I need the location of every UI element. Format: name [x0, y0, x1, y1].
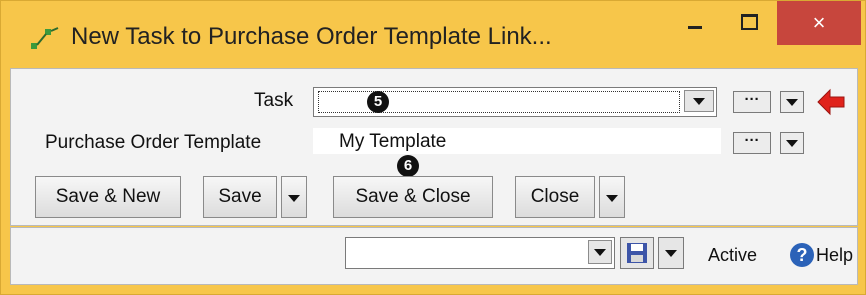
- task-dropdown-button[interactable]: [780, 91, 804, 113]
- active-label: Active: [708, 245, 758, 265]
- save-dropdown-button[interactable]: [281, 176, 307, 218]
- close-icon: ×: [812, 10, 826, 35]
- callout-badge-6: 6: [397, 155, 419, 177]
- po-template-dropdown-button[interactable]: [780, 132, 804, 154]
- save-close-button[interactable]: Save & Close: [333, 176, 493, 218]
- dropdown-arrow-icon[interactable]: [684, 90, 714, 112]
- dropdown-arrow-icon[interactable]: [588, 240, 612, 264]
- po-template-label: Purchase Order Template: [45, 132, 262, 153]
- maximize-button[interactable]: [723, 1, 775, 45]
- save-button[interactable]: Save: [203, 176, 277, 218]
- task-ellipsis-button[interactable]: ···: [733, 91, 771, 113]
- minimize-button[interactable]: [669, 1, 721, 45]
- close-window-button[interactable]: ×: [777, 1, 861, 45]
- form-panel: Task 5 ··· Purchase Order Template My Te…: [10, 68, 858, 226]
- task-label: Task: [254, 90, 294, 111]
- save-layout-dropdown-button[interactable]: [658, 237, 684, 269]
- close-button[interactable]: Close: [515, 176, 595, 218]
- red-arrow-icon: [817, 88, 845, 116]
- po-template-field[interactable]: My Template: [313, 128, 721, 154]
- help-icon[interactable]: ?: [790, 243, 814, 267]
- help-link[interactable]: Help: [816, 245, 853, 266]
- app-link-icon: [31, 27, 59, 49]
- window-title: New Task to Purchase Order Template Link…: [71, 23, 552, 50]
- footer-bar: Active ? Help: [10, 227, 858, 285]
- callout-badge-5: 5: [367, 91, 389, 113]
- save-layout-button[interactable]: [620, 237, 654, 269]
- close-dropdown-button[interactable]: [599, 176, 625, 218]
- po-template-value: My Template: [339, 131, 447, 152]
- po-template-ellipsis-button[interactable]: ···: [733, 132, 771, 154]
- save-new-button[interactable]: Save & New: [35, 176, 181, 218]
- status-combobox[interactable]: [345, 237, 615, 269]
- dialog-window: New Task to Purchase Order Template Link…: [0, 0, 866, 295]
- floppy-save-icon: [627, 243, 647, 263]
- title-bar: New Task to Purchase Order Template Link…: [1, 1, 865, 67]
